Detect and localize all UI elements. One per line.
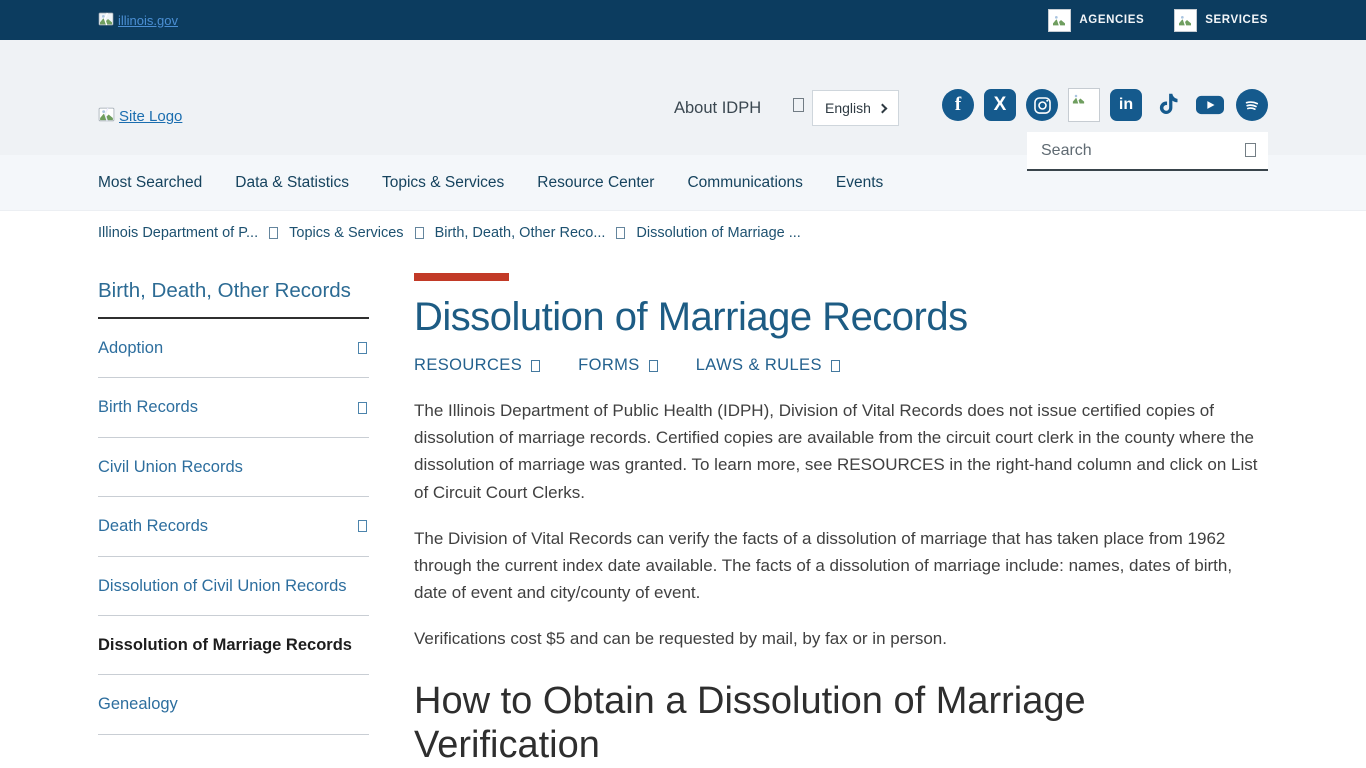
breadcrumb-separator-icon [616, 227, 625, 239]
site-logo-label: Site Logo [119, 108, 182, 125]
breadcrumb-item-birth-death[interactable]: Birth, Death, Other Reco... [435, 225, 606, 241]
language-selector[interactable]: English [812, 90, 899, 126]
illinois-gov-label: illinois.gov [118, 13, 178, 28]
forms-link[interactable]: FORMS [578, 356, 658, 375]
sidebar-item-label: Dissolution of Civil Union Records [98, 573, 347, 599]
tiktok-icon[interactable] [1152, 89, 1184, 121]
title-accent-bar [414, 273, 509, 281]
sidebar: Birth, Death, Other Records Adoption Bir… [98, 269, 369, 768]
utility-right-links: AGENCIES SERVICES [1048, 9, 1268, 32]
expand-icon[interactable] [358, 520, 367, 532]
broken-image-icon [1174, 9, 1197, 32]
sidebar-heading-link[interactable]: Birth, Death, Other Records [98, 269, 369, 319]
breadcrumb-separator-icon [415, 227, 424, 239]
sidebar-item-adoption[interactable]: Adoption [98, 319, 369, 378]
breadcrumb-item-home[interactable]: Illinois Department of P... [98, 225, 258, 241]
services-label: SERVICES [1205, 14, 1268, 26]
broken-image-icon [98, 11, 114, 30]
facebook-icon[interactable]: f [942, 89, 974, 121]
nav-communications[interactable]: Communications [687, 174, 802, 192]
resources-link[interactable]: RESOURCES [414, 356, 540, 375]
sidebar-item-dissolution-marriage[interactable]: Dissolution of Marriage Records [98, 616, 369, 675]
sidebar-item-civil-union-records[interactable]: Civil Union Records [98, 438, 369, 497]
about-idph-link[interactable]: About IDPH [674, 99, 761, 118]
nav-data-statistics[interactable]: Data & Statistics [235, 174, 349, 192]
page-title: Dissolution of Marriage Records [414, 295, 1268, 340]
expand-icon [831, 360, 840, 372]
laws-rules-link[interactable]: LAWS & RULES [696, 356, 840, 375]
breadcrumb-separator-icon [269, 227, 278, 239]
search-input[interactable] [1027, 132, 1268, 171]
sidebar-item-label: Civil Union Records [98, 454, 243, 480]
main-column: Dissolution of Marriage Records RESOURCE… [414, 269, 1268, 768]
laws-rules-label: LAWS & RULES [696, 356, 822, 375]
illinois-gov-link[interactable]: illinois.gov [98, 11, 178, 30]
agencies-link[interactable]: AGENCIES [1048, 9, 1144, 32]
expand-icon[interactable] [358, 342, 367, 354]
globe-icon [793, 98, 804, 112]
social-icons-row: f X in [942, 88, 1268, 122]
nav-events[interactable]: Events [836, 174, 883, 192]
x-twitter-icon[interactable]: X [984, 89, 1016, 121]
broken-image-icon [1048, 9, 1071, 32]
sidebar-item-label: Dissolution of Marriage Records [98, 632, 352, 658]
youtube-icon[interactable] [1194, 89, 1226, 121]
expand-icon [649, 360, 658, 372]
sidebar-item-birth-records[interactable]: Birth Records [98, 378, 369, 437]
sidebar-item-label: Birth Records [98, 394, 198, 420]
site-header: Site Logo About IDPH English f X in [0, 40, 1366, 155]
quick-links-row: RESOURCES FORMS LAWS & RULES [414, 356, 1268, 375]
sidebar-item-death-records[interactable]: Death Records [98, 497, 369, 556]
resources-label: RESOURCES [414, 356, 522, 375]
instagram-icon[interactable] [1026, 89, 1058, 121]
nav-resource-center[interactable]: Resource Center [537, 174, 654, 192]
expand-icon[interactable] [358, 402, 367, 414]
nav-most-searched[interactable]: Most Searched [98, 174, 202, 192]
breadcrumb: Illinois Department of P... Topics & Ser… [0, 211, 1366, 251]
agencies-label: AGENCIES [1079, 14, 1144, 26]
utility-bar: illinois.gov AGENCIES SERVICES [0, 0, 1366, 40]
how-to-obtain-heading: How to Obtain a Dissolution of Marriage … [414, 679, 1174, 768]
broken-image-icon [98, 106, 115, 127]
breadcrumb-item-current[interactable]: Dissolution of Marriage ... [636, 225, 800, 241]
services-link[interactable]: SERVICES [1174, 9, 1268, 32]
sidebar-item-label: Adoption [98, 335, 163, 361]
verification-paragraph: The Division of Vital Records can verify… [414, 525, 1259, 607]
language-selected-label: English [825, 100, 871, 116]
sidebar-item-label: Genealogy [98, 691, 178, 717]
cost-paragraph: Verifications cost $5 and can be request… [414, 625, 1259, 652]
nav-topics-services[interactable]: Topics & Services [382, 174, 504, 192]
expand-icon [531, 360, 540, 372]
forms-label: FORMS [578, 356, 640, 375]
linkedin-icon[interactable]: in [1110, 89, 1142, 121]
sidebar-item-genealogy[interactable]: Genealogy [98, 675, 369, 734]
sidebar-item-dissolution-civil-union[interactable]: Dissolution of Civil Union Records [98, 557, 369, 616]
sidebar-item-label: Death Records [98, 513, 208, 539]
intro-paragraph: The Illinois Department of Public Health… [414, 397, 1259, 506]
breadcrumb-item-topics[interactable]: Topics & Services [289, 225, 403, 241]
search-box [1027, 132, 1268, 171]
site-logo-link[interactable]: Site Logo [98, 106, 182, 127]
spotify-icon[interactable] [1236, 89, 1268, 121]
broken-image-icon[interactable] [1068, 88, 1100, 122]
content-area: Birth, Death, Other Records Adoption Bir… [0, 251, 1366, 768]
chevron-right-icon [878, 103, 888, 113]
search-icon[interactable] [1245, 143, 1256, 157]
